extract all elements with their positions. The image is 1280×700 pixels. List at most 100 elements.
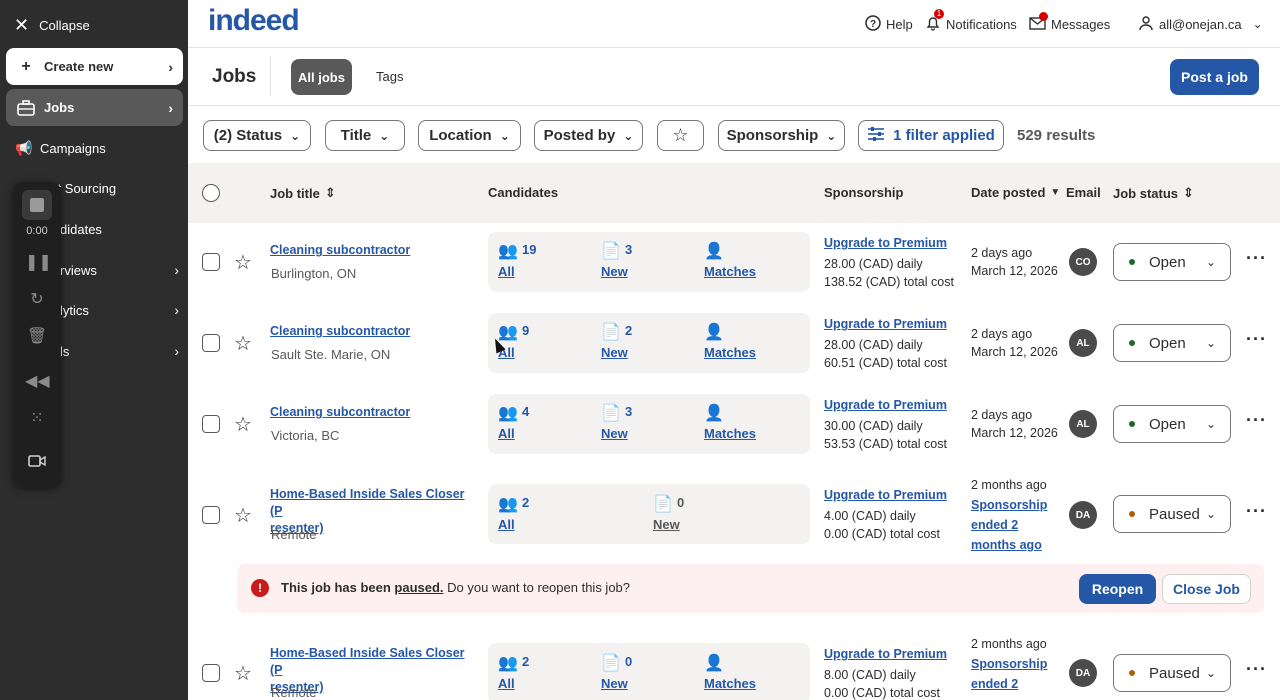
trash-icon[interactable]: 🗑	[25, 327, 49, 347]
pause-icon[interactable]: ❚❚	[25, 253, 52, 273]
chevron-right-icon: ›	[174, 302, 179, 318]
new-label: New	[601, 676, 628, 691]
sponsorship-filter[interactable]: Sponsorship ⌄	[718, 120, 845, 151]
job-status-select[interactable]: Paused ⌄	[1113, 654, 1231, 692]
table-header: Job title ⇕ Candidates Sponsorship Date p…	[188, 163, 1280, 223]
grid-dots-icon[interactable]: ⁙	[25, 409, 49, 429]
messages-link[interactable]: Messages	[1029, 11, 1111, 34]
collapse-label: Collapse	[39, 17, 90, 33]
more-options-icon[interactable]: ···	[1246, 410, 1267, 431]
rewind-icon[interactable]: ◀◀	[25, 372, 50, 392]
notifications-label: Notifications	[946, 16, 1017, 32]
tab-tags[interactable]: Tags	[376, 69, 403, 84]
indeed-logo[interactable]: indeed	[208, 4, 300, 38]
row-checkbox[interactable]	[202, 415, 220, 433]
star-icon[interactable]: ☆	[234, 661, 252, 686]
post-job-button[interactable]: Post a job	[1170, 59, 1259, 95]
location-filter[interactable]: Location ⌄	[418, 120, 521, 151]
person-match-icon: 👤	[704, 655, 724, 672]
row-checkbox[interactable]	[202, 253, 220, 271]
candidates-box: 👥 2 All 📄 0 New	[488, 484, 810, 544]
star-icon[interactable]: ☆	[234, 412, 252, 437]
upgrade-premium-link[interactable]: Upgrade to Premium	[824, 315, 947, 333]
chevron-right-icon: ›	[168, 58, 173, 75]
job-title-link[interactable]: Cleaning subcontractor	[270, 323, 470, 340]
all-label: All	[498, 426, 515, 441]
upgrade-premium-link[interactable]: Upgrade to Premium	[824, 396, 947, 414]
chevron-down-icon: ⌄	[1205, 336, 1216, 350]
daily-budget: 28.00 (CAD) daily	[824, 257, 923, 271]
more-options-icon[interactable]: ···	[1246, 659, 1267, 680]
all-count: 4	[522, 404, 530, 419]
total-cost: 0.00 (CAD) total cost	[824, 686, 941, 700]
status-filter[interactable]: (2) Status ⌄	[203, 120, 311, 151]
job-title-link[interactable]: Cleaning subcontractor	[270, 242, 470, 259]
tab-all-jobs[interactable]: All jobs	[291, 59, 352, 95]
header-job-title[interactable]: Job title ⇕	[270, 185, 336, 201]
chevron-right-icon: ›	[174, 343, 179, 359]
reopen-button[interactable]: Reopen	[1079, 574, 1156, 604]
row-checkbox[interactable]	[202, 664, 220, 682]
job-title-line: Home-Based Inside Sales Closer (P	[270, 487, 465, 518]
document-icon: 📄	[601, 405, 621, 422]
all-count: 9	[522, 323, 530, 338]
help-link[interactable]: ? Help	[865, 14, 913, 34]
more-options-icon[interactable]: ···	[1246, 329, 1267, 350]
table-row: ☆ Cleaning subcontractor Sault Ste. Mari…	[188, 305, 1280, 385]
header-job-status[interactable]: Job status ⇕	[1113, 185, 1194, 201]
star-icon[interactable]: ☆	[234, 331, 252, 356]
notifications-badge: 1	[934, 8, 944, 19]
sidebar-item-campaigns[interactable]: 📢 Campaigns	[14, 136, 179, 160]
job-status-select[interactable]: Paused ⌄	[1113, 495, 1231, 533]
matches-label: Matches	[704, 676, 757, 691]
title-filter[interactable]: Title ⌄	[325, 120, 405, 151]
banner-question: Do you want to reopen this job?	[447, 580, 631, 595]
upgrade-premium-link[interactable]: Upgrade to Premium	[824, 486, 947, 504]
sponsorship-ended-link[interactable]: Sponsorship ended 2 months ago	[971, 495, 1061, 555]
select-all-checkbox[interactable]	[202, 184, 220, 202]
collapse-button[interactable]: ✕ Collapse	[14, 14, 90, 36]
row-checkbox[interactable]	[202, 334, 220, 352]
job-status-select[interactable]: Open ⌄	[1113, 243, 1231, 281]
more-options-icon[interactable]: ···	[1246, 248, 1267, 269]
avatar[interactable]: AL	[1069, 329, 1097, 357]
plus-icon: +	[21, 57, 31, 75]
posted-by-filter-label: Posted by	[543, 127, 616, 144]
job-status-select[interactable]: Open ⌄	[1113, 405, 1231, 443]
stop-record-button[interactable]	[22, 190, 52, 220]
header-date-posted[interactable]: Date posted ▼	[971, 185, 1060, 200]
notifications-link[interactable]: 1 Notifications	[925, 8, 1017, 34]
row-checkbox[interactable]	[202, 506, 220, 524]
messages-label: Messages	[1051, 16, 1111, 32]
create-new-button[interactable]: + Create new ›	[6, 48, 183, 85]
upgrade-premium-link[interactable]: Upgrade to Premium	[824, 645, 947, 663]
chevron-down-icon: ⌄	[1205, 255, 1216, 269]
close-job-button[interactable]: Close Job	[1162, 574, 1251, 604]
header-label: Job title	[270, 185, 320, 201]
header-candidates: Candidates	[488, 185, 559, 200]
megaphone-icon: 📢	[15, 139, 33, 156]
more-options-icon[interactable]: ···	[1246, 501, 1267, 522]
posted-by-filter[interactable]: Posted by ⌄	[534, 120, 643, 151]
sidebar-item-jobs[interactable]: Jobs ›	[6, 89, 183, 126]
camera-icon[interactable]	[25, 454, 49, 474]
account-menu[interactable]: all@onejan.ca ⌄	[1138, 14, 1263, 34]
job-status-select[interactable]: Open ⌄	[1113, 324, 1231, 362]
avatar[interactable]: AL	[1069, 410, 1097, 438]
person-match-icon: 👤	[704, 324, 724, 341]
total-cost: 0.00 (CAD) total cost	[824, 527, 941, 541]
avatar[interactable]: DA	[1069, 659, 1097, 687]
avatar[interactable]: CO	[1069, 248, 1097, 276]
upgrade-premium-link[interactable]: Upgrade to Premium	[824, 234, 954, 252]
document-icon: 📄	[601, 324, 621, 341]
paused-job-banner: ! This job has been paused. Do you want …	[237, 564, 1264, 613]
star-icon[interactable]: ☆	[234, 250, 252, 275]
star-icon[interactable]: ☆	[234, 503, 252, 528]
starred-filter[interactable]: ☆	[657, 120, 704, 151]
sponsorship-ended-link[interactable]: Sponsorship ended 2	[971, 654, 1061, 694]
more-filters-button[interactable]: 1 filter applied	[858, 120, 1004, 151]
job-title-link[interactable]: Cleaning subcontractor	[270, 404, 470, 421]
sidebar: ✕ Collapse + Create new › Jobs › 📢 Campa…	[0, 0, 188, 700]
restart-icon[interactable]: ↻	[25, 290, 49, 310]
avatar[interactable]: DA	[1069, 501, 1097, 529]
